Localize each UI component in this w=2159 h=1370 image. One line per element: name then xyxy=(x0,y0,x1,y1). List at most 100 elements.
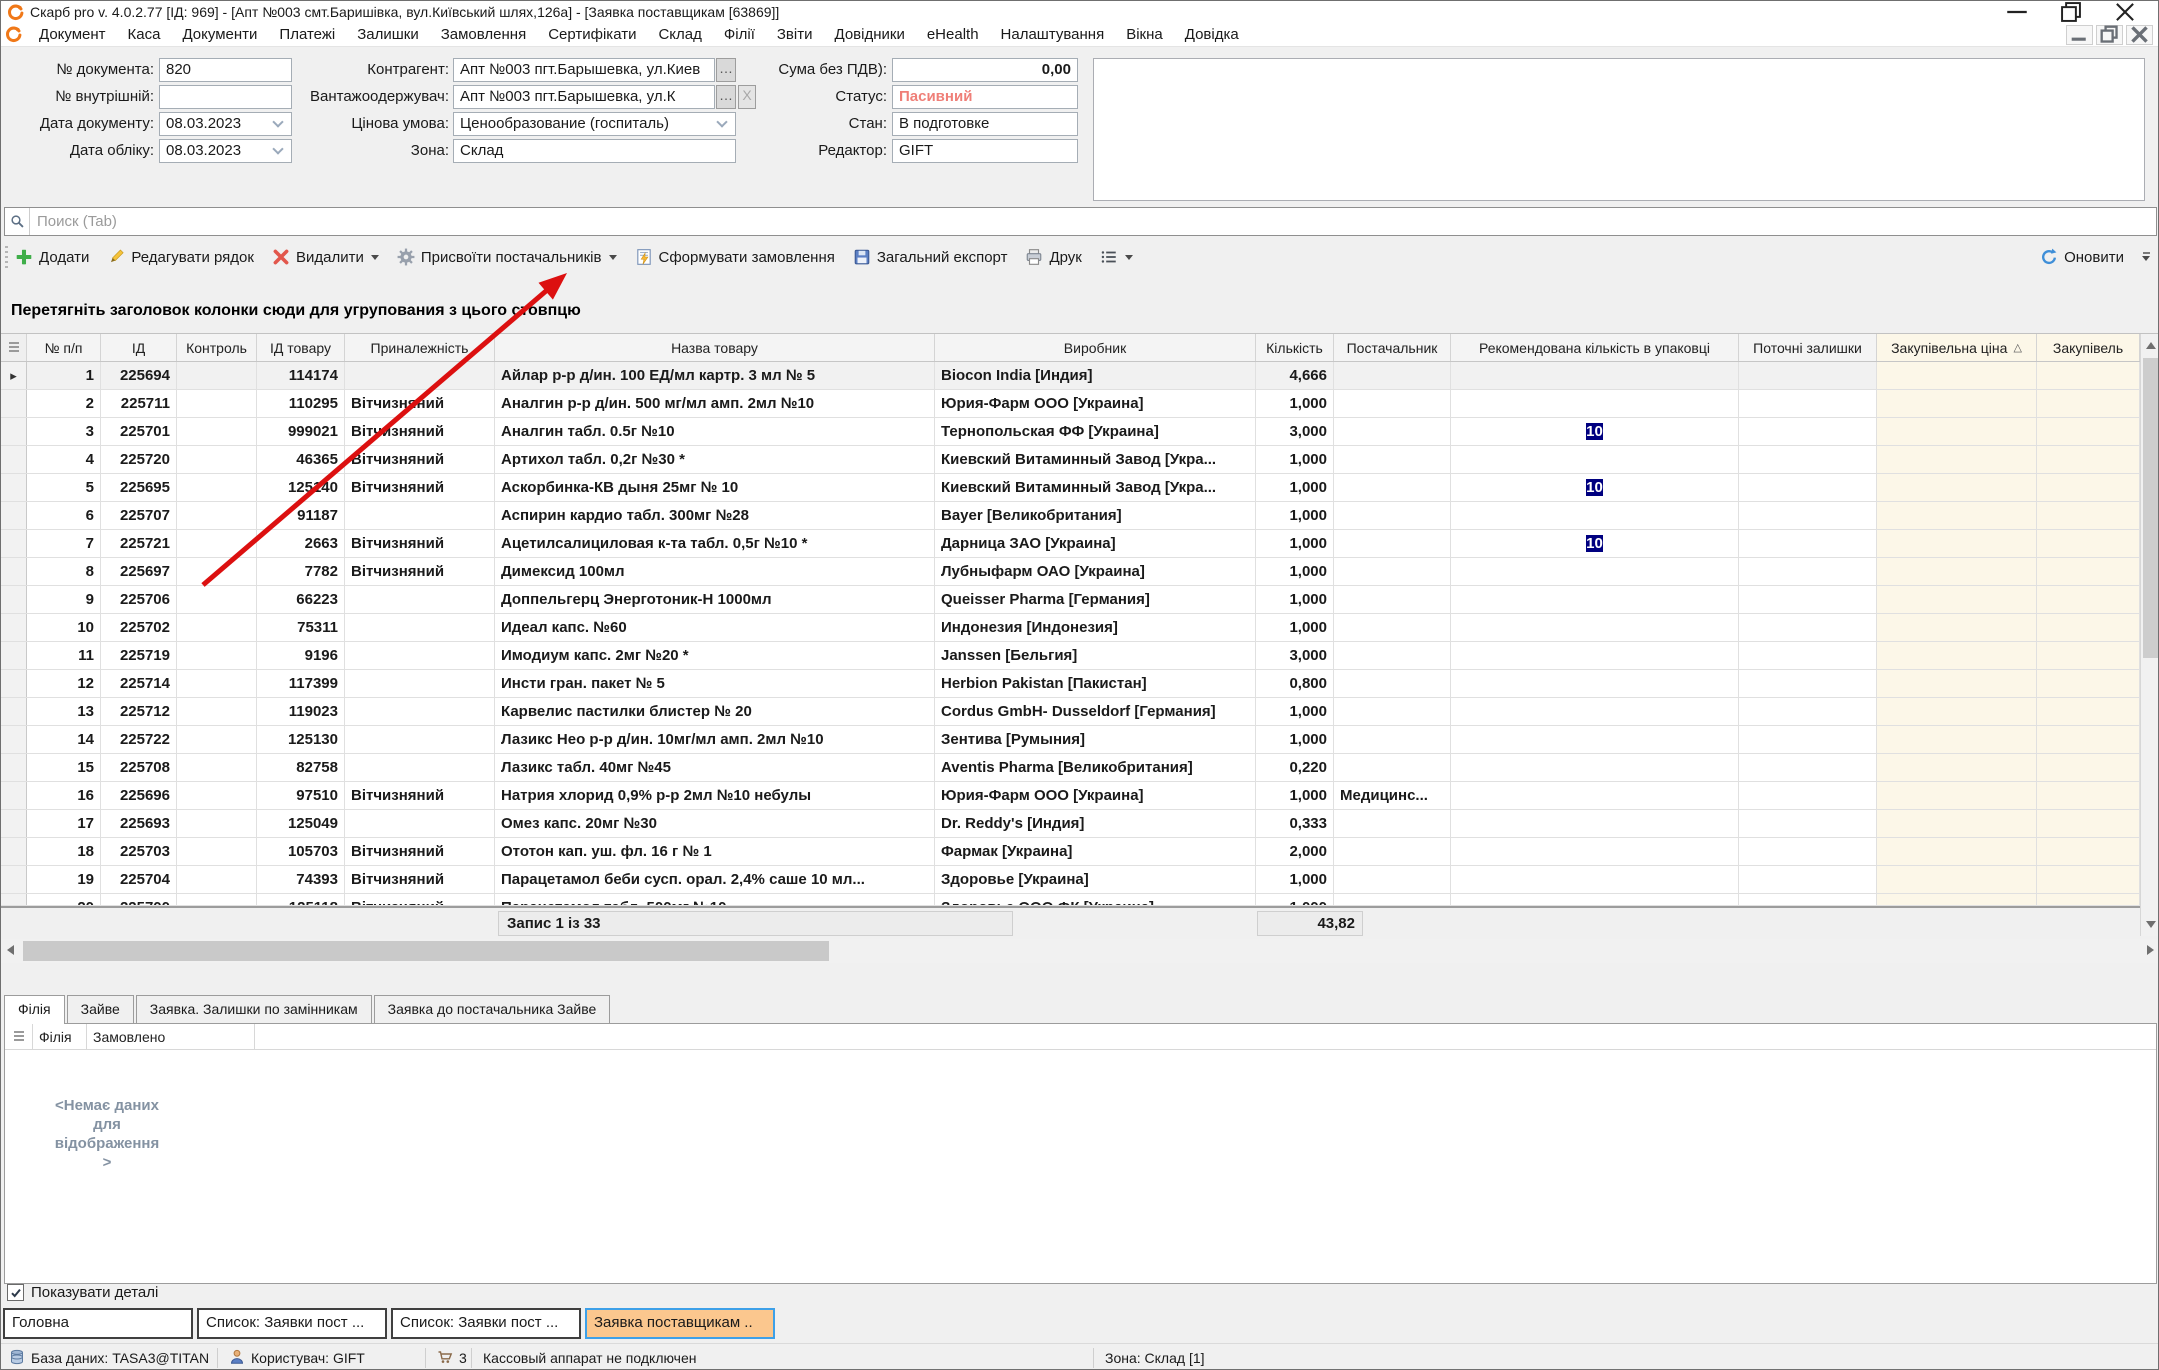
cell-price2[interactable] xyxy=(2037,754,2140,781)
cell-n[interactable]: 4 xyxy=(27,446,101,473)
notes-panel[interactable] xyxy=(1093,58,2145,201)
cell-control[interactable] xyxy=(177,558,257,585)
row-selector[interactable] xyxy=(1,558,27,585)
cell-stock[interactable] xyxy=(1739,390,1877,417)
table-row[interactable]: 82256977782ВітчизнянийДимексид 100млЛубн… xyxy=(1,558,2140,586)
cell-stock[interactable] xyxy=(1739,362,1877,389)
cell-control[interactable] xyxy=(177,530,257,557)
cell-tid[interactable]: 97510 xyxy=(257,782,345,809)
cell-maker[interactable]: Janssen [Бельгия] xyxy=(935,642,1256,669)
cell-control[interactable] xyxy=(177,362,257,389)
cell-price[interactable] xyxy=(1877,782,2037,809)
cell-price[interactable] xyxy=(1877,698,2037,725)
cell-name[interactable]: Доппельгерц Энерготоник-Н 1000мл xyxy=(495,586,935,613)
cell-name[interactable]: Карвелис пастилки блистер № 20 xyxy=(495,698,935,725)
cell-stock[interactable] xyxy=(1739,838,1877,865)
cell-maker[interactable]: Cordus GmbH- Dusseldorf [Германия] xyxy=(935,698,1256,725)
cell-n[interactable]: 2 xyxy=(27,390,101,417)
horizontal-scroll-thumb[interactable] xyxy=(23,941,829,961)
cell-id[interactable]: 225700 xyxy=(101,894,177,905)
cell-supplier[interactable] xyxy=(1334,810,1451,837)
detail-tab-4[interactable]: Заявка до постачальника Зайве xyxy=(374,995,611,1023)
delete-button-caret-icon[interactable] xyxy=(371,255,379,260)
cell-n[interactable]: 19 xyxy=(27,866,101,893)
row-selector[interactable] xyxy=(1,782,27,809)
cell-origin[interactable] xyxy=(345,362,495,389)
cell-maker[interactable]: Bayer [Великобритания] xyxy=(935,502,1256,529)
cell-tid[interactable]: 125049 xyxy=(257,810,345,837)
cell-tid[interactable]: 119023 xyxy=(257,698,345,725)
cell-supplier[interactable] xyxy=(1334,894,1451,905)
cell-stock[interactable] xyxy=(1739,558,1877,585)
cell-name[interactable]: Парацетамол табл. 500мг №10 xyxy=(495,894,935,905)
cell-tid[interactable]: 9196 xyxy=(257,642,345,669)
cell-id[interactable]: 225706 xyxy=(101,586,177,613)
cell-tid[interactable]: 74393 xyxy=(257,866,345,893)
table-row[interactable]: 922570666223Доппельгерц Энерготоник-Н 10… xyxy=(1,586,2140,614)
cell-maker[interactable]: Queisser Pharma [Германия] xyxy=(935,586,1256,613)
print-button[interactable]: Друк xyxy=(1025,248,1081,266)
cell-id[interactable]: 225712 xyxy=(101,698,177,725)
cell-rec[interactable] xyxy=(1451,894,1739,905)
cell-maker[interactable]: Дарница ЗАО [Украина] xyxy=(935,530,1256,557)
table-row[interactable]: 1022570275311Идеал капс. №60Индонезия [И… xyxy=(1,614,2140,642)
cell-supplier[interactable] xyxy=(1334,446,1451,473)
cell-name[interactable]: Парацетамол беби сусп. орал. 2,4% саше 1… xyxy=(495,866,935,893)
add-button[interactable]: Додати xyxy=(15,248,89,266)
assign-suppliers-button[interactable]: Присвоїти постачальників xyxy=(397,248,617,266)
cell-maker[interactable]: Лубныфарм ОАО [Украина] xyxy=(935,558,1256,585)
cell-price2[interactable] xyxy=(2037,586,2140,613)
cell-origin[interactable]: Вітчизняний xyxy=(345,558,495,585)
cell-supplier[interactable] xyxy=(1334,530,1451,557)
cell-price[interactable] xyxy=(1877,474,2037,501)
cell-id[interactable]: 225707 xyxy=(101,502,177,529)
table-row[interactable]: 3225701999021ВітчизнянийАналгин табл. 0.… xyxy=(1,418,2140,446)
cell-price2[interactable] xyxy=(2037,362,2140,389)
close-icon[interactable] xyxy=(2112,4,2138,20)
cell-tid[interactable]: 125130 xyxy=(257,726,345,753)
cell-n[interactable]: 7 xyxy=(27,530,101,557)
cell-rec[interactable] xyxy=(1451,390,1739,417)
cell-origin[interactable]: Вітчизняний xyxy=(345,418,495,445)
cell-rec[interactable] xyxy=(1451,782,1739,809)
general-export-button[interactable]: Загальний експорт xyxy=(853,248,1008,266)
cell-tid[interactable]: 110295 xyxy=(257,390,345,417)
cell-supplier[interactable]: Медицинс... xyxy=(1334,782,1451,809)
column-header-9[interactable]: Постачальник xyxy=(1334,334,1451,361)
cell-id[interactable]: 225703 xyxy=(101,838,177,865)
cell-price[interactable] xyxy=(1877,810,2037,837)
cell-tid[interactable]: 7782 xyxy=(257,558,345,585)
cell-tid[interactable]: 999021 xyxy=(257,418,345,445)
cell-price2[interactable] xyxy=(2037,894,2140,905)
menu-item-10[interactable]: Звіти xyxy=(766,26,824,43)
cell-price2[interactable] xyxy=(2037,418,2140,445)
toolbar-grip[interactable] xyxy=(5,246,8,268)
cell-n[interactable]: 17 xyxy=(27,810,101,837)
cell-control[interactable] xyxy=(177,670,257,697)
cell-tid[interactable]: 125140 xyxy=(257,474,345,501)
cell-control[interactable] xyxy=(177,586,257,613)
cell-control[interactable] xyxy=(177,726,257,753)
scroll-left-icon[interactable] xyxy=(7,945,14,955)
cell-price[interactable] xyxy=(1877,642,2037,669)
show-details-toggle[interactable]: Показувати деталі xyxy=(7,1284,158,1301)
open-window-button-4[interactable]: Заявка поставщикам .. xyxy=(585,1308,775,1339)
row-selector[interactable] xyxy=(1,614,27,641)
cell-origin[interactable]: Вітчизняний xyxy=(345,446,495,473)
column-header-12[interactable]: Закупівельна ціна△ xyxy=(1877,334,2037,361)
detail-tab-2[interactable]: Зайве xyxy=(67,995,134,1023)
cell-rec[interactable] xyxy=(1451,754,1739,781)
cell-stock[interactable] xyxy=(1739,698,1877,725)
cell-control[interactable] xyxy=(177,642,257,669)
cell-n[interactable]: 10 xyxy=(27,614,101,641)
cell-supplier[interactable] xyxy=(1334,642,1451,669)
cell-id[interactable]: 225696 xyxy=(101,782,177,809)
cell-rec[interactable] xyxy=(1451,502,1739,529)
toolbar-overflow-button[interactable] xyxy=(2142,252,2150,261)
menu-item-12[interactable]: eHealth xyxy=(916,26,990,43)
table-row[interactable]: 622570791187Аспирин кардио табл. 300мг №… xyxy=(1,502,2140,530)
cell-price2[interactable] xyxy=(2037,614,2140,641)
table-row[interactable]: 422572046365ВітчизнянийАртихол табл. 0,2… xyxy=(1,446,2140,474)
cell-supplier[interactable] xyxy=(1334,558,1451,585)
table-row[interactable]: 18225703105703ВітчизнянийОтотон кап. уш.… xyxy=(1,838,2140,866)
